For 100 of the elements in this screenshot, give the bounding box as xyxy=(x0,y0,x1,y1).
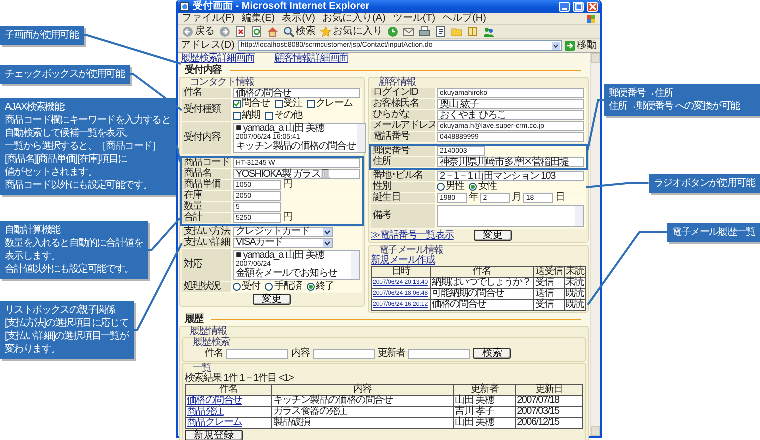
menu-item[interactable]: 編集(E) xyxy=(242,14,276,24)
leader-line xyxy=(176,146,181,162)
favorites-button[interactable]: お気に入り xyxy=(320,26,383,38)
text-field[interactable] xyxy=(226,348,288,358)
field-label: 商品単価 xyxy=(182,180,231,190)
forward-icon[interactable] xyxy=(219,26,231,38)
table-cell: 受信 xyxy=(535,277,554,288)
table-cell: 2006/12/15 xyxy=(517,417,560,428)
text-field[interactable] xyxy=(408,348,470,358)
link[interactable]: 顧客情報詳細画面 xyxy=(274,54,348,64)
field-label: 更新者 xyxy=(378,348,406,358)
link[interactable]: 履歴検索詳細画面 xyxy=(181,54,255,64)
checkbox-label: 受注 xyxy=(284,99,302,109)
checkbox[interactable] xyxy=(233,100,241,108)
text-field[interactable]: 2－1－1 山田マンション 103 xyxy=(437,171,584,181)
stop-icon[interactable] xyxy=(235,26,247,38)
text-area[interactable] xyxy=(437,205,584,227)
radio-button[interactable] xyxy=(469,183,478,191)
check-icon xyxy=(234,101,240,107)
column-header: 内容 xyxy=(272,384,454,396)
table-cell: 2007/03/15 xyxy=(517,406,560,417)
section-heading: 受付内容 xyxy=(185,66,222,76)
close-icon xyxy=(588,2,596,10)
dropdown[interactable]: クレジットカード xyxy=(233,227,333,237)
checkbox[interactable] xyxy=(265,112,274,120)
history-icon[interactable] xyxy=(387,26,399,38)
field-label: 合計 xyxy=(182,213,231,223)
section-heading: 履歴 xyxy=(185,314,204,324)
field-label: 内容 xyxy=(291,348,310,358)
new-button[interactable]: 新規登録 xyxy=(185,430,243,440)
field-label: 誕生日 xyxy=(371,193,435,203)
field-label: 件名 xyxy=(205,348,224,358)
callout: チェックボックスが使用可能 xyxy=(0,65,130,84)
field-label: ひらがな xyxy=(371,110,435,120)
checkbox-label: その他 xyxy=(274,111,302,121)
column-header: 日時 xyxy=(372,266,430,278)
text-field[interactable] xyxy=(312,348,375,358)
change-button[interactable]: 変更 xyxy=(253,294,291,305)
change-button[interactable]: 変更 xyxy=(474,230,512,241)
column-header: 件名 xyxy=(430,266,534,278)
checkbox[interactable] xyxy=(274,100,283,108)
radio-label: 男性 xyxy=(446,182,464,192)
column-header: 送受信 xyxy=(534,266,564,278)
field-label: 住所 xyxy=(371,157,435,167)
menu-item[interactable]: ヘルプ(H) xyxy=(442,14,486,24)
search-button[interactable]: 検索 xyxy=(473,348,512,359)
radio-button[interactable] xyxy=(265,283,274,291)
table-cell: 山田 美穂 xyxy=(455,417,494,428)
checkbox-label: クレーム xyxy=(316,99,353,109)
panel-legend: 履歴情報 xyxy=(190,327,227,337)
result-summary: 検索結果 1件 1－1件目 <1> xyxy=(185,373,294,384)
table-cell: 既読 xyxy=(566,299,584,310)
go-button[interactable]: 移動 xyxy=(565,40,597,50)
star-icon xyxy=(320,26,332,38)
table-cell: 受信 xyxy=(535,299,554,310)
menu-item[interactable]: ツール(T) xyxy=(392,14,436,24)
checkbox[interactable] xyxy=(307,100,316,108)
document-icon[interactable] xyxy=(435,26,447,38)
radio-button[interactable] xyxy=(233,283,241,291)
radio-button[interactable] xyxy=(307,283,316,291)
search-button[interactable]: 検索 xyxy=(283,26,316,38)
text-field[interactable]: YOSHIOKA製 ガラス皿 xyxy=(233,169,360,179)
text-field[interactable]: 神奈川県川崎市多摩区菅稲田堤 xyxy=(437,157,584,167)
leader-line xyxy=(130,74,183,112)
menu-item[interactable]: お気に入り(A) xyxy=(322,14,386,24)
refresh-icon[interactable] xyxy=(251,26,263,38)
mail-icon[interactable] xyxy=(403,26,415,38)
link[interactable]: 新規メール作成 xyxy=(371,255,436,266)
text-field[interactable]: 価格の問合せ xyxy=(233,88,360,98)
table-cell: 納期はいつでしょうか？ xyxy=(432,277,531,288)
back-button[interactable]: 戻る xyxy=(182,26,215,38)
field-label: 性別 xyxy=(371,182,435,192)
back-icon xyxy=(182,26,194,38)
table-cell: 製品破損 xyxy=(273,417,310,428)
link[interactable]: ≫電話番号一覧表示 xyxy=(371,230,454,240)
book-icon[interactable] xyxy=(467,26,479,38)
text-field[interactable]: おくやま ひろこ xyxy=(437,110,584,120)
checkbox[interactable] xyxy=(233,112,241,120)
field-label: 電話番号 xyxy=(371,132,435,142)
leader-line xyxy=(587,99,604,150)
close-button[interactable] xyxy=(587,2,598,12)
people-icon[interactable] xyxy=(483,26,495,38)
menu-item[interactable]: 表示(V) xyxy=(282,14,316,24)
field-label: 件名 xyxy=(182,88,231,98)
field-label: 受付内容 xyxy=(182,122,231,154)
text-field[interactable]: 奥山 紘子 xyxy=(437,99,584,109)
table-cell: 可能納期の問合せ xyxy=(432,288,504,299)
printer-icon[interactable] xyxy=(419,26,431,38)
radio-button[interactable] xyxy=(437,183,445,191)
field-label: 対応 xyxy=(182,249,231,281)
scrollbar[interactable] xyxy=(590,53,600,436)
minimize-button[interactable] xyxy=(559,2,570,12)
callout: 自動計算機能 数量を入れると自動的に合計値を 表示します。 合計値以外にも設定可能です。 xyxy=(0,221,148,279)
maximize-button[interactable] xyxy=(573,2,584,12)
table-cell: 2007/07/18 xyxy=(517,395,560,406)
dropdown[interactable]: VISAカード xyxy=(233,238,333,248)
home-icon[interactable] xyxy=(267,26,279,38)
menu-item[interactable]: ファイル(F) xyxy=(182,14,235,24)
unit-label: 円 xyxy=(283,213,292,223)
field-label: 在庫 xyxy=(182,191,231,201)
